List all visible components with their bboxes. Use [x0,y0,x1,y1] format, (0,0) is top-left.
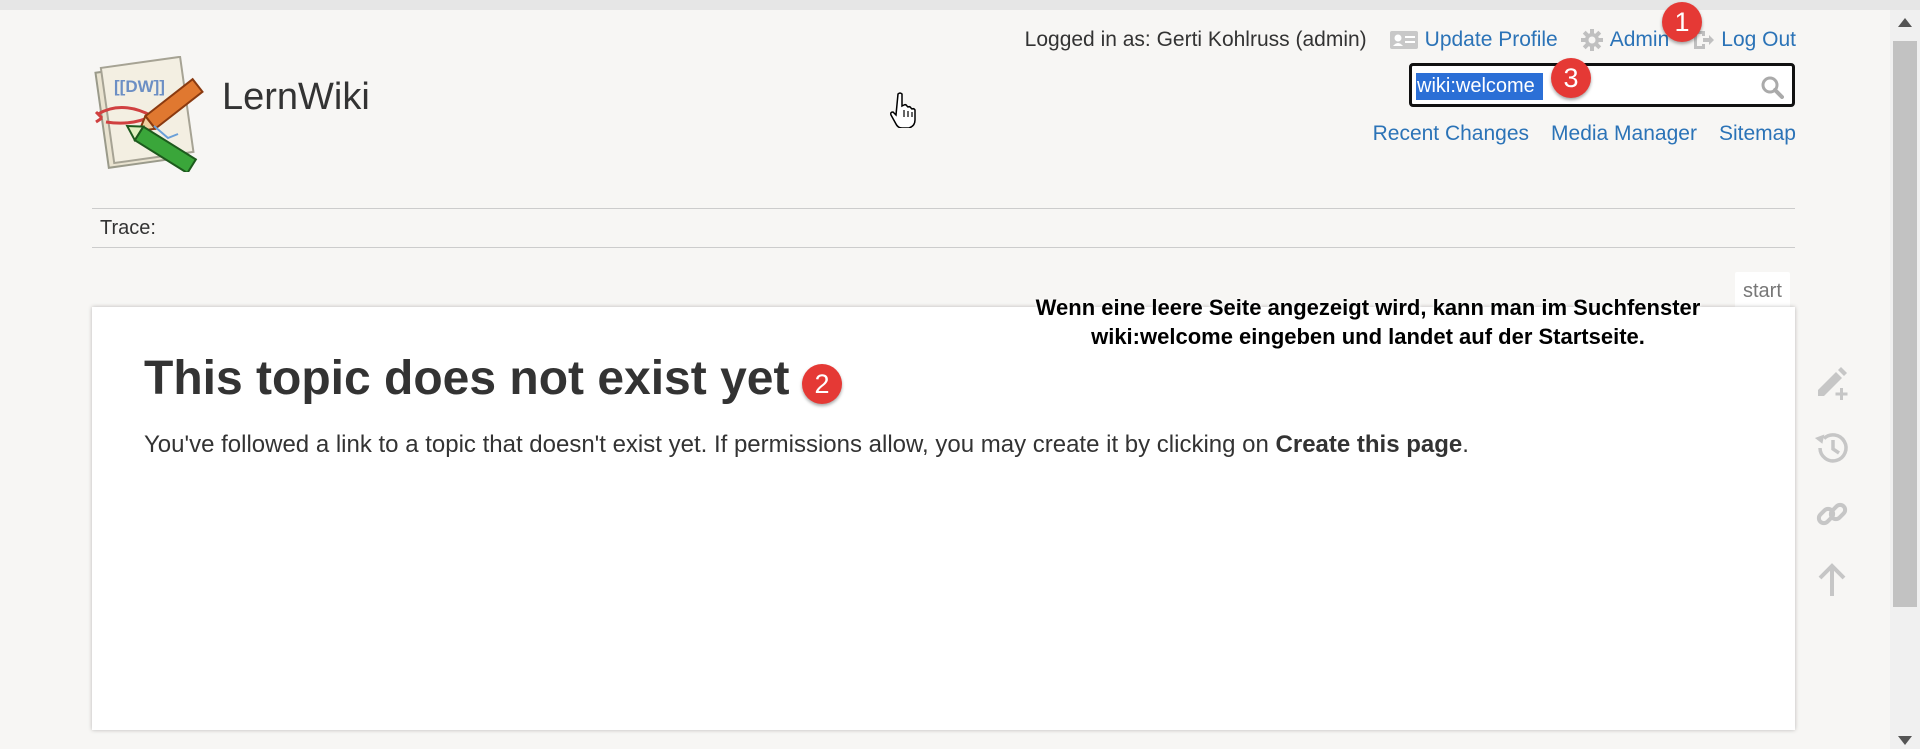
admin-link[interactable]: Admin [1580,28,1670,52]
marker-badge-3: 3 [1551,58,1591,98]
dokuwiki-logo-icon[interactable]: [[DW]] [92,55,208,175]
admin-label: Admin [1609,28,1670,51]
breadcrumb-divider [92,247,1795,248]
scroll-up-arrow-icon[interactable] [1898,18,1912,27]
header-divider [92,208,1795,209]
search-selected-text: wiki:welcome [1417,75,1535,97]
logged-in-text: Logged in as: Gerti Kohlruss (admin) [1024,28,1367,51]
page-content: This topic does not exist yet You've fol… [92,307,1795,730]
logout-label: Log Out [1721,28,1796,51]
create-page-icon[interactable] [1810,360,1854,404]
update-profile-label: Update Profile [1424,28,1558,51]
profile-card-icon [1389,29,1419,51]
back-to-top-icon[interactable] [1810,558,1854,602]
search-icon[interactable] [1760,75,1784,104]
vertical-scrollbar[interactable] [1890,10,1920,749]
old-revisions-icon[interactable] [1810,426,1854,470]
page-message: You've followed a link to a topic that d… [144,431,1469,459]
page-message-text: You've followed a link to a topic that d… [144,431,1276,458]
sitemap-link[interactable]: Sitemap [1719,122,1796,146]
create-page-emphasis: Create this page [1275,431,1463,458]
hand-cursor-icon [890,92,918,133]
svg-text:[[DW]]: [[DW]] [114,77,165,96]
page-message-end: . [1462,431,1469,458]
search-box[interactable]: wiki:welcome [1409,63,1795,107]
logout-link[interactable]: Log Out [1691,28,1796,52]
recent-changes-link[interactable]: Recent Changes [1373,122,1529,146]
browser-top-edge [0,0,1920,10]
annotation-note: Wenn eine leere Seite angezeigt wird, ka… [990,293,1746,351]
scroll-down-arrow-icon[interactable] [1898,736,1912,745]
breadcrumb: Trace: [100,217,156,239]
gear-icon [1580,28,1604,52]
update-profile-link[interactable]: Update Profile [1389,28,1558,52]
annotation-line-1: Wenn eine leere Seite angezeigt wird, ka… [1035,295,1701,320]
site-title[interactable]: LernWiki [222,76,370,119]
annotation-line-2: wiki:welcome eingeben und landet auf der… [1091,324,1645,349]
marker-badge-1: 1 [1662,2,1702,42]
marker-badge-2: 2 [802,364,842,404]
scrollbar-thumb[interactable] [1893,41,1917,607]
backlinks-icon[interactable] [1810,492,1854,536]
page-title: This topic does not exist yet [144,352,790,405]
media-manager-link[interactable]: Media Manager [1551,122,1697,146]
site-tools: Recent Changes Media Manager Sitemap [1373,122,1796,146]
